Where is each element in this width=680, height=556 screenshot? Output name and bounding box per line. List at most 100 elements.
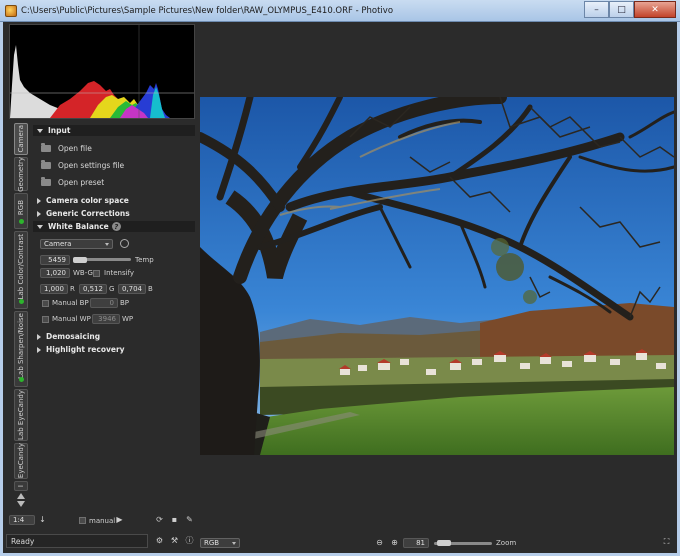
section-title: White Balance bbox=[48, 222, 109, 231]
wrench-icon[interactable]: ⚒ bbox=[170, 536, 179, 545]
item-label: Open file bbox=[58, 144, 92, 153]
photivo-app-icon bbox=[5, 4, 17, 17]
chevron-down-icon bbox=[105, 243, 109, 246]
chevron-down-icon bbox=[232, 542, 236, 545]
tab-label: I bbox=[17, 484, 25, 488]
close-button[interactable]: ✕ bbox=[634, 1, 676, 18]
tab-geometry[interactable]: Geometry bbox=[14, 157, 28, 191]
b-label: B bbox=[148, 285, 153, 293]
window-controls: – □ ✕ bbox=[584, 1, 676, 18]
bp-label: BP bbox=[120, 299, 130, 307]
spot-wb-icon[interactable] bbox=[120, 239, 129, 248]
active-indicator-icon bbox=[19, 299, 24, 304]
tab-lab-eyecandy[interactable]: Lab EyeCandy bbox=[14, 389, 28, 441]
section-title: Input bbox=[48, 126, 71, 135]
color-mode-dropdown[interactable]: RGB bbox=[200, 538, 240, 548]
wb-preset-dropdown[interactable]: Camera bbox=[40, 239, 113, 249]
zoom-out-icon[interactable]: ⊖ bbox=[375, 538, 384, 547]
section-demosaicing[interactable]: Demosaicing bbox=[33, 331, 195, 342]
item-label: Open settings file bbox=[58, 161, 125, 170]
play-icon[interactable]: ▶ bbox=[115, 515, 124, 524]
section-input-header[interactable]: Input bbox=[33, 125, 195, 136]
tab-eyecandy[interactable]: EyeCandy bbox=[14, 443, 28, 479]
temp-label: Temp bbox=[135, 256, 154, 264]
tab-label: Geometry bbox=[17, 156, 25, 192]
dropdown-value: Camera bbox=[44, 240, 72, 248]
open-file-button[interactable]: Open file bbox=[41, 143, 92, 154]
section-camera-color-space[interactable]: Camera color space bbox=[33, 195, 195, 206]
tab-rgb[interactable]: RGB bbox=[14, 193, 28, 229]
zoom-preset-field[interactable]: 1:4 bbox=[9, 515, 35, 525]
tab-label: Lab EyeCandy bbox=[17, 390, 25, 440]
manual-checkbox[interactable] bbox=[79, 517, 86, 524]
intensify-label: Intensify bbox=[104, 269, 135, 277]
temp-field[interactable]: 5459 bbox=[40, 255, 70, 265]
manual-wp-checkbox[interactable] bbox=[42, 315, 49, 323]
manual-wp-label: Manual WP bbox=[52, 315, 91, 323]
refresh-icon[interactable]: ⟳ bbox=[155, 515, 164, 524]
folder-icon bbox=[41, 177, 51, 186]
collapsed-arrow-icon bbox=[37, 210, 41, 217]
tabs-scroll-down-icon[interactable] bbox=[17, 500, 25, 508]
wbg-label: WB-G bbox=[73, 269, 93, 277]
wp-label: WP bbox=[122, 315, 134, 323]
save-icon[interactable]: ▪ bbox=[170, 515, 179, 524]
image-preview[interactable] bbox=[200, 97, 674, 455]
manual-bp-checkbox[interactable] bbox=[42, 299, 49, 307]
dropdown-value: RGB bbox=[204, 539, 220, 547]
open-preset-button[interactable]: Open preset bbox=[41, 177, 104, 188]
zoom-label: Zoom bbox=[496, 539, 517, 547]
open-settings-file-button[interactable]: Open settings file bbox=[41, 160, 124, 171]
collapsed-arrow-icon bbox=[37, 197, 41, 204]
tab-lab-sharpen-noise[interactable]: Lab Sharpen/Noise bbox=[14, 311, 28, 387]
arrow-down-icon[interactable]: ↓ bbox=[38, 515, 47, 524]
folder-icon bbox=[41, 143, 51, 152]
zoom-value-field[interactable]: 81 bbox=[403, 538, 429, 548]
r-label: R bbox=[70, 285, 75, 293]
zoom-in-icon[interactable]: ⊕ bbox=[390, 538, 399, 547]
section-highlight-recovery[interactable]: Highlight recovery bbox=[33, 344, 195, 355]
minimize-button[interactable]: – bbox=[584, 1, 609, 18]
tab-label: RGB bbox=[17, 200, 25, 216]
status-text: Ready bbox=[11, 536, 35, 546]
landscape-photo bbox=[200, 97, 674, 455]
tab-more[interactable]: I bbox=[14, 481, 28, 491]
section-title: Generic Corrections bbox=[46, 209, 130, 218]
help-icon[interactable]: ? bbox=[111, 222, 121, 231]
tab-lab-color-contrast[interactable]: Lab Color/Contrast bbox=[14, 231, 28, 309]
section-generic-corrections[interactable]: Generic Corrections bbox=[33, 208, 195, 219]
item-label: Open preset bbox=[58, 178, 105, 187]
temp-slider-handle[interactable] bbox=[73, 256, 87, 263]
folder-icon bbox=[41, 160, 51, 169]
collapsed-arrow-icon bbox=[37, 333, 41, 340]
maximize-button[interactable]: □ bbox=[609, 1, 634, 18]
window-title: C:\Users\Public\Pictures\Sample Pictures… bbox=[21, 5, 394, 16]
section-title: Highlight recovery bbox=[46, 345, 125, 354]
tab-label: EyeCandy bbox=[17, 443, 25, 479]
histogram-graph bbox=[10, 25, 194, 118]
tabs-scroll-up-icon[interactable] bbox=[17, 492, 25, 500]
r-multiplier-field[interactable]: 1,000 bbox=[40, 284, 68, 294]
pipette-icon[interactable]: ✎ bbox=[185, 515, 194, 524]
bp-field[interactable]: 0 bbox=[90, 298, 118, 308]
b-multiplier-field[interactable]: 0,704 bbox=[118, 284, 146, 294]
tab-camera[interactable]: Camera bbox=[14, 123, 28, 155]
title-bar: C:\Users\Public\Pictures\Sample Pictures… bbox=[0, 0, 680, 22]
info-icon[interactable]: ⓘ bbox=[185, 536, 194, 545]
active-indicator-icon bbox=[19, 377, 24, 382]
section-white-balance[interactable]: White Balance ? bbox=[33, 221, 195, 232]
tab-label: Lab Sharpen/Noise bbox=[17, 313, 25, 379]
active-indicator-icon bbox=[19, 219, 24, 224]
tab-label: Camera bbox=[17, 125, 25, 153]
fullscreen-icon[interactable]: ⛶ bbox=[662, 537, 671, 546]
expand-arrow-icon bbox=[37, 224, 43, 229]
tab-label: Lab Color/Contrast bbox=[17, 234, 25, 300]
wp-field[interactable]: 3946 bbox=[92, 314, 120, 324]
manual-label: manual bbox=[89, 517, 116, 525]
wbg-field[interactable]: 1,020 bbox=[40, 268, 70, 278]
zoom-slider-handle[interactable] bbox=[437, 540, 451, 546]
intensify-checkbox[interactable] bbox=[93, 269, 100, 277]
gear-icon[interactable]: ⚙ bbox=[155, 536, 164, 545]
g-multiplier-field[interactable]: 0,512 bbox=[79, 284, 107, 294]
section-title: Camera color space bbox=[46, 196, 129, 205]
